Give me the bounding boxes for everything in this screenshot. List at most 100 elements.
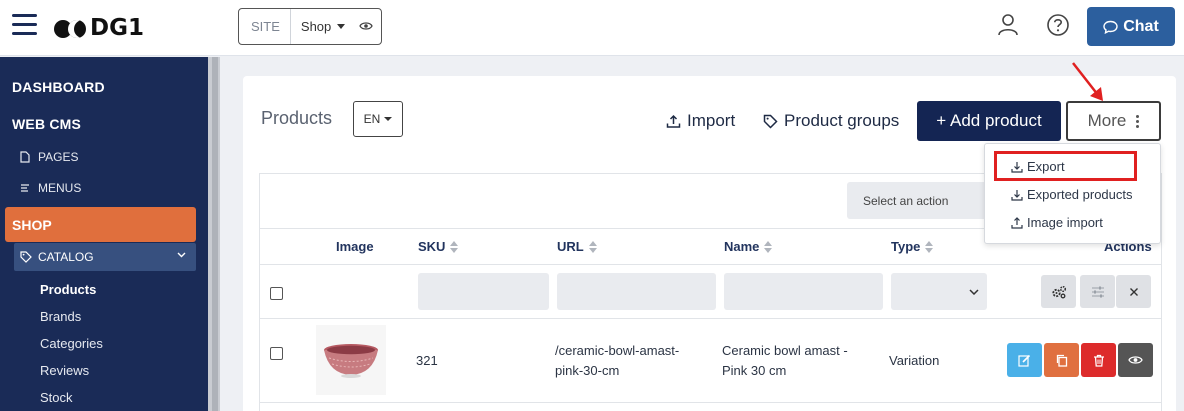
sidebar-item-menus-label: MENUS [38,181,82,195]
import-button-label: Import [687,111,736,130]
column-header-url[interactable]: URL [557,239,597,254]
upload-icon [666,114,681,128]
site-switcher-label: SITE [239,9,291,44]
site-switcher-value-text: Shop [300,19,332,34]
add-product-button[interactable]: + Add product [917,101,1061,141]
sidebar-item-shop-label: SHOP [12,216,52,233]
cell-name: Ceramic bowl amast - Pink 30 cm [722,341,848,381]
product-groups-button[interactable]: Product groups [763,111,899,131]
menu-item-export-label: Export [1027,159,1065,174]
clear-filters-button[interactable] [1116,275,1151,308]
chat-button-label: Chat [1123,17,1159,35]
menu-item-exported-products-label: Exported products [1027,187,1133,202]
more-button[interactable]: More [1066,101,1161,141]
bulk-action-select[interactable]: Select an action [847,182,987,219]
language-select[interactable]: EN [353,101,403,137]
sidebar-item-catalog[interactable]: CATALOG [14,243,196,271]
delete-button[interactable] [1081,343,1116,377]
sidebar-item-pages[interactable]: PAGES [20,150,78,164]
download-icon [1011,161,1023,173]
sliders-icon [1091,286,1104,297]
sku-filter-input[interactable] [418,273,549,310]
cell-name-line2: Pink 30 cm [722,363,787,378]
ceramic-bowl-image [324,344,378,378]
url-filter-input[interactable] [557,273,716,310]
site-switcher[interactable]: SITE Shop [238,8,382,45]
sidebar-item-shop[interactable]: SHOP [5,207,196,242]
upload-icon [1011,216,1023,229]
column-header-type-label: Type [891,239,921,254]
sidebar-item-menus[interactable]: MENUS [20,181,81,195]
bulk-action-select-placeholder: Select an action [863,193,949,208]
cell-sku: 321 [416,353,438,368]
menu-item-image-import[interactable]: Image import [1011,215,1103,230]
view-button[interactable] [1118,343,1153,377]
sort-icon [925,240,934,253]
eye-icon [1128,356,1143,364]
duplicate-button[interactable] [1044,343,1079,377]
cell-url: /ceramic-bowl-amast- pink-30-cm [555,341,679,381]
trash-icon [1093,354,1104,367]
menu-item-exported-products[interactable]: Exported products [1011,187,1133,202]
top-bar: DG1 SITE Shop Chat [0,0,1184,56]
column-header-type[interactable]: Type [891,239,934,254]
sort-icon [588,240,597,253]
sidebar-item-brands[interactable]: Brands [40,309,81,324]
copy-icon [1056,354,1067,367]
column-header-name[interactable]: Name [724,239,773,254]
sidebar-scrollbar[interactable] [208,57,220,411]
table-divider [259,402,1162,403]
sidebar-item-catalog-label: CATALOG [38,250,94,264]
filter-settings-button[interactable] [1041,275,1076,308]
name-filter-input[interactable] [724,273,883,310]
menu-item-export[interactable]: Export [1011,159,1065,174]
more-dropdown-menu: Export Exported products Image import [984,143,1161,244]
column-header-image: Image [336,239,374,254]
table-divider [259,318,1162,319]
logo-mark-icon [52,16,96,40]
sidebar-dashboard[interactable]: DASHBOARD [12,79,105,95]
menu-item-image-import-label: Image import [1027,215,1103,230]
filter-sliders-button[interactable] [1080,275,1115,308]
column-header-sku-label: SKU [418,239,446,254]
cell-type: Variation [889,353,940,368]
edit-button[interactable] [1007,343,1042,377]
import-button[interactable]: Import [666,111,735,131]
chat-button[interactable]: Chat [1087,7,1175,46]
row-checkbox[interactable] [270,347,283,360]
page-title: Products [261,108,333,128]
cell-url-line1: /ceramic-bowl-amast- [555,343,680,358]
cell-name-line1: Ceramic bowl amast - [722,343,848,358]
sidebar-web-cms[interactable]: WEB CMS [12,116,81,132]
site-switcher-value[interactable]: Shop [291,19,346,34]
sidebar-item-pages-label: PAGES [38,150,79,164]
close-icon [1129,287,1138,296]
sidebar-item-categories[interactable]: Categories [40,336,103,351]
chevron-down-icon [177,252,186,258]
help-icon[interactable] [1045,12,1071,38]
sidebar-item-products[interactable]: Products [40,282,96,297]
product-thumbnail[interactable] [316,325,386,395]
chevron-down-icon [969,288,979,295]
select-all-checkbox[interactable] [270,287,283,300]
table-divider [259,264,1162,265]
sidebar-item-reviews[interactable]: Reviews [40,363,89,378]
user-profile-icon[interactable] [995,12,1021,38]
logo-text: DG1 [90,15,144,41]
eye-icon[interactable] [359,19,374,34]
product-groups-button-label: Product groups [784,111,900,130]
hamburger-menu-icon[interactable] [12,14,37,36]
type-filter-select[interactable] [891,273,987,310]
sort-icon [764,240,773,253]
tag-icon [763,114,778,129]
logo[interactable]: DG1 [52,14,144,42]
column-header-url-label: URL [557,239,584,254]
caret-down-icon [337,24,346,29]
column-header-name-label: Name [724,239,760,254]
caret-down-icon [384,117,393,121]
column-header-sku[interactable]: SKU [418,239,459,254]
list-icon [21,184,29,192]
page-icon [20,151,30,163]
kebab-icon [1136,114,1140,128]
sidebar-item-stock[interactable]: Stock [40,390,73,405]
